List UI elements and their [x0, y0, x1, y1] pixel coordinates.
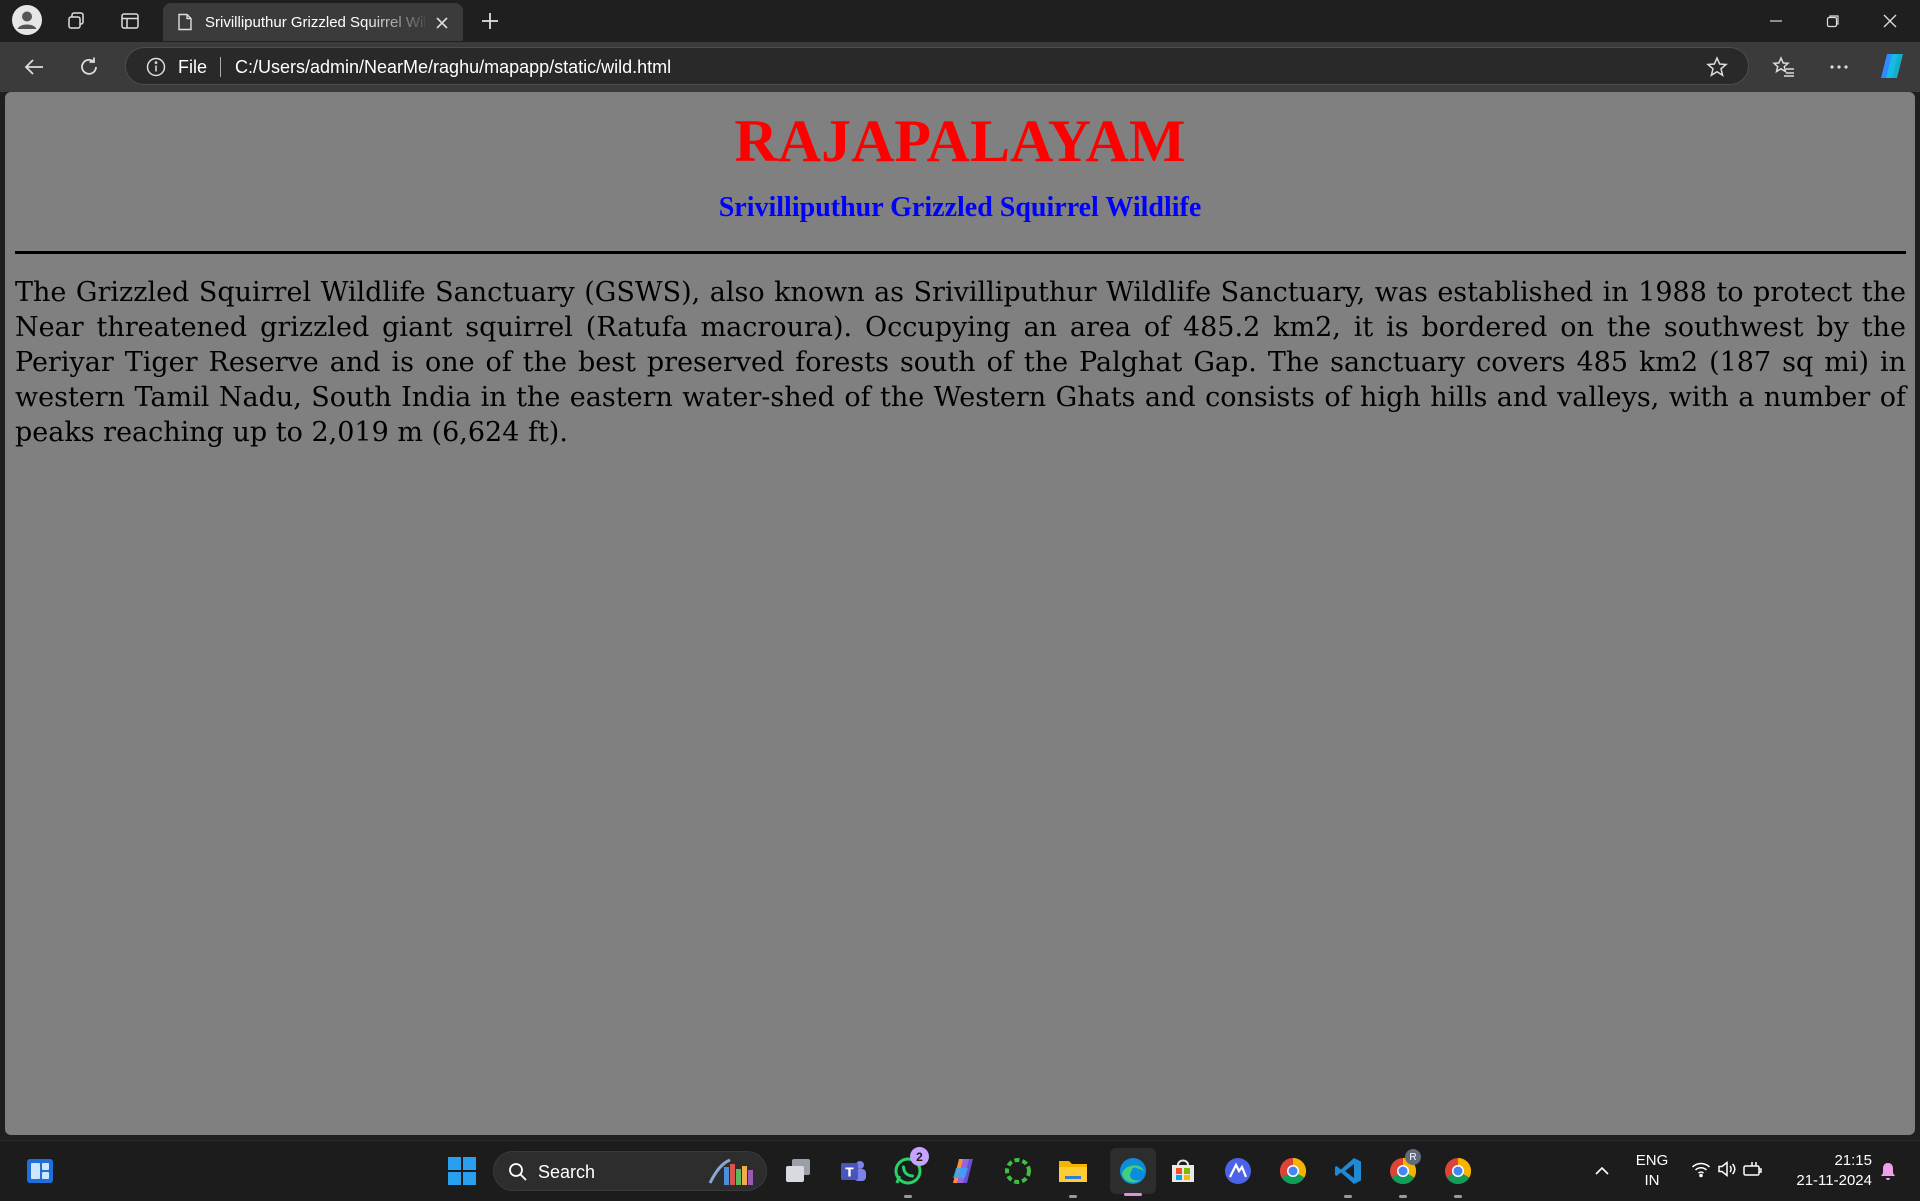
description-paragraph: The Grizzled Squirrel Wildlife Sanctuary…: [15, 277, 1906, 448]
store-icon[interactable]: [1165, 1153, 1201, 1189]
chrome-profile-icon[interactable]: R: [1385, 1149, 1421, 1198]
address-bar[interactable]: File C:/Users/admin/NearMe/raghu/mapapp/…: [125, 47, 1749, 85]
search-highlight-icon: [706, 1157, 756, 1192]
task-view-icon[interactable]: [780, 1153, 816, 1189]
notification-bell-icon[interactable]: [1876, 1153, 1900, 1189]
info-icon[interactable]: [146, 57, 166, 82]
app-ring-icon[interactable]: [1000, 1153, 1036, 1189]
site-info-label[interactable]: File: [178, 57, 207, 78]
edge-icon[interactable]: [1110, 1148, 1156, 1196]
address-divider: [220, 57, 221, 77]
taskbar: Search T 2 R ENG IN 21:15 21-11-2024: [0, 1140, 1920, 1201]
language-indicator[interactable]: ENG IN: [1628, 1151, 1676, 1191]
browser-toolbar: File C:/Users/admin/NearMe/raghu/mapapp/…: [0, 42, 1920, 92]
close-window-icon[interactable]: [1862, 0, 1918, 42]
minimize-icon[interactable]: [1748, 0, 1804, 42]
language-line1: ENG: [1635, 1152, 1669, 1169]
horizontal-rule: [15, 251, 1906, 254]
new-tab-icon[interactable]: [474, 5, 506, 37]
language-line2: IN: [1644, 1172, 1660, 1189]
more-icon[interactable]: [1823, 51, 1855, 83]
profile-icon[interactable]: [11, 4, 43, 36]
clock[interactable]: 21:15 21-11-2024: [1782, 1151, 1872, 1191]
battery-plugged-icon: [1743, 1160, 1765, 1183]
chrome-icon[interactable]: [1275, 1153, 1311, 1189]
close-tab-icon[interactable]: [433, 14, 451, 32]
restore-icon[interactable]: [1805, 0, 1861, 42]
whatsapp-badge: 2: [910, 1147, 929, 1166]
taskbar-search[interactable]: Search: [493, 1151, 767, 1191]
refresh-icon[interactable]: [73, 51, 105, 83]
vertical-tabs-icon[interactable]: [114, 5, 146, 37]
clock-time: 21:15: [1834, 1152, 1872, 1169]
url-text[interactable]: C:/Users/admin/NearMe/raghu/mapapp/stati…: [235, 57, 671, 78]
whatsapp-icon[interactable]: 2: [890, 1147, 929, 1198]
page-title: RAJAPALAYAM: [734, 108, 1186, 174]
volume-icon: [1717, 1160, 1737, 1183]
start-icon[interactable]: [444, 1153, 480, 1189]
show-hidden-icons-icon[interactable]: [1584, 1153, 1620, 1189]
file-explorer-icon[interactable]: [1055, 1153, 1091, 1198]
favorite-star-icon[interactable]: [1706, 56, 1728, 83]
back-icon[interactable]: [18, 51, 50, 83]
teams-icon[interactable]: T: [835, 1153, 871, 1189]
copilot-app-icon[interactable]: [945, 1153, 981, 1189]
chrome-profile-badge: R: [1405, 1149, 1421, 1165]
quick-settings[interactable]: [1680, 1153, 1776, 1189]
active-tab[interactable]: Srivilliputhur Grizzled Squirrel Wildlif…: [163, 3, 463, 41]
browser-title-bar: Srivilliputhur Grizzled Squirrel Wildlif…: [0, 0, 1920, 42]
app-blue-icon[interactable]: [1220, 1153, 1256, 1189]
page-subtitle: Srivilliputhur Grizzled Squirrel Wildlif…: [718, 192, 1202, 223]
copilot-icon[interactable]: [1876, 50, 1908, 82]
search-icon: [508, 1162, 528, 1187]
favorites-icon[interactable]: [1768, 51, 1800, 83]
page-icon: [177, 13, 193, 36]
svg-text:T: T: [845, 1166, 854, 1180]
page-viewport: RAJAPALAYAM Srivilliputhur Grizzled Squi…: [5, 92, 1915, 1135]
widgets-icon[interactable]: [22, 1153, 58, 1189]
workspaces-icon[interactable]: [60, 5, 92, 37]
clock-date: 21-11-2024: [1796, 1172, 1872, 1189]
vscode-icon[interactable]: [1330, 1153, 1366, 1198]
chrome-icon-2[interactable]: [1440, 1153, 1476, 1198]
search-label: Search: [538, 1162, 596, 1182]
wifi-icon: [1691, 1160, 1711, 1183]
